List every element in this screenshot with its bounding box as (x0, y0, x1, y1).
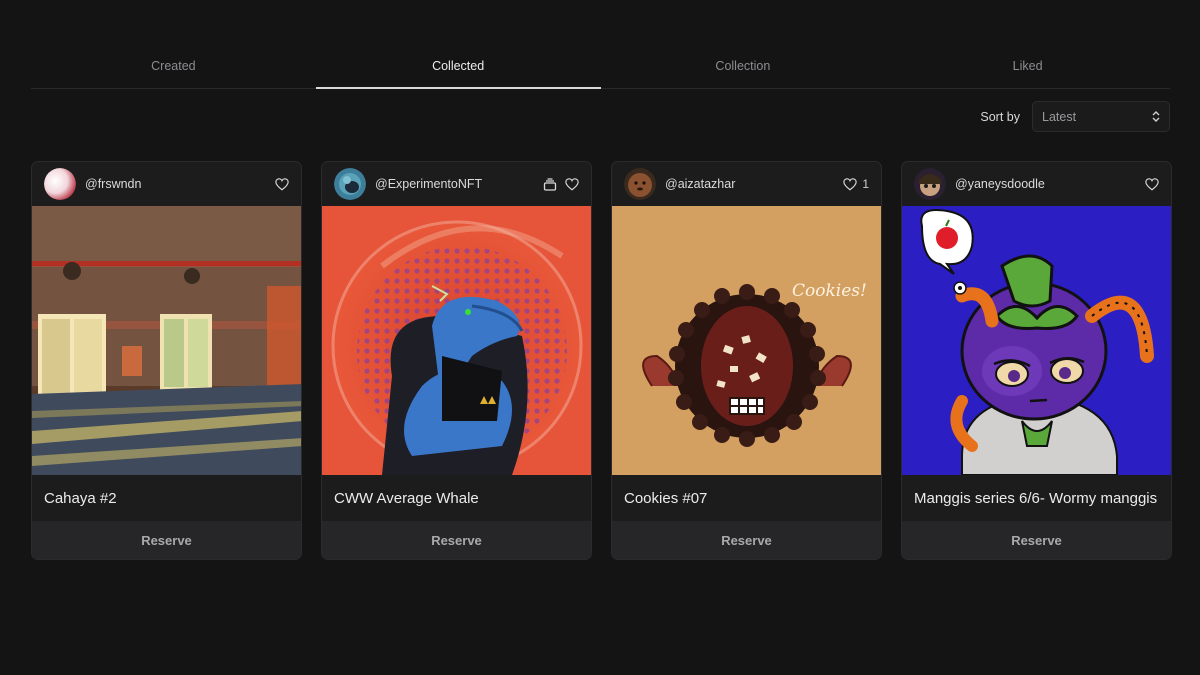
card-header: @ExperimentoNFT (322, 162, 591, 206)
creator-handle[interactable]: @aizatazhar (665, 177, 843, 191)
creator-handle[interactable]: @ExperimentoNFT (375, 177, 543, 191)
nft-artwork[interactable]: Cookies! (612, 206, 881, 475)
tab-liked[interactable]: Liked (885, 52, 1170, 88)
nft-title: Cookies #07 (624, 490, 708, 507)
sort-select[interactable]: Latest (1032, 101, 1170, 132)
nft-artwork[interactable] (32, 206, 301, 475)
avatar[interactable] (914, 168, 946, 200)
heart-icon[interactable] (275, 177, 289, 191)
heart-icon[interactable] (1145, 177, 1159, 191)
cookies-art-text: Cookies! (792, 281, 867, 301)
card-header: @frswndn (32, 162, 301, 206)
heart-icon[interactable] (565, 177, 579, 191)
card-header: @aizatazhar 1 (612, 162, 881, 206)
creator-handle[interactable]: @frswndn (85, 177, 275, 191)
nft-card[interactable]: @aizatazhar 1 Cookies! Cookies #07 Reser… (611, 161, 882, 560)
tab-collected[interactable]: Collected (315, 52, 601, 89)
sort-label: Sort by (980, 109, 1020, 124)
nft-artwork[interactable] (322, 206, 591, 475)
profile-tabs: Created Collected Collection Liked (31, 52, 1170, 89)
heart-icon[interactable] (843, 177, 858, 191)
nft-title: Cahaya #2 (44, 490, 117, 507)
reserve-button[interactable]: Reserve (322, 521, 591, 559)
chevron-up-down-icon (1152, 110, 1160, 123)
sort-control: Sort by Latest (980, 101, 1170, 132)
card-header: @yaneysdoodle (902, 162, 1171, 206)
stack-icon (543, 177, 557, 191)
nft-card[interactable]: @yaneysdoodle Manggis series 6/6- Wormy … (901, 161, 1172, 560)
avatar[interactable] (334, 168, 366, 200)
nft-artwork[interactable] (902, 206, 1171, 475)
like-count: 1 (862, 177, 869, 191)
nft-card[interactable]: @frswndn Cahaya #2 Reserve (31, 161, 302, 560)
nft-title: Manggis series 6/6- Wormy manggis (914, 490, 1158, 507)
avatar[interactable] (44, 168, 76, 200)
tab-created[interactable]: Created (31, 52, 316, 88)
nft-card[interactable]: @ExperimentoNFT CWW Average Whale Reserv… (321, 161, 592, 560)
avatar[interactable] (624, 168, 656, 200)
creator-handle[interactable]: @yaneysdoodle (955, 177, 1145, 191)
nft-grid: @frswndn Cahaya #2 Reserve @ExperimentoN… (31, 161, 1172, 560)
sort-selected-value: Latest (1042, 109, 1077, 124)
reserve-button[interactable]: Reserve (32, 521, 301, 559)
tab-collection[interactable]: Collection (601, 52, 886, 88)
nft-title: CWW Average Whale (334, 490, 479, 507)
reserve-button[interactable]: Reserve (902, 521, 1171, 559)
reserve-button[interactable]: Reserve (612, 521, 881, 559)
